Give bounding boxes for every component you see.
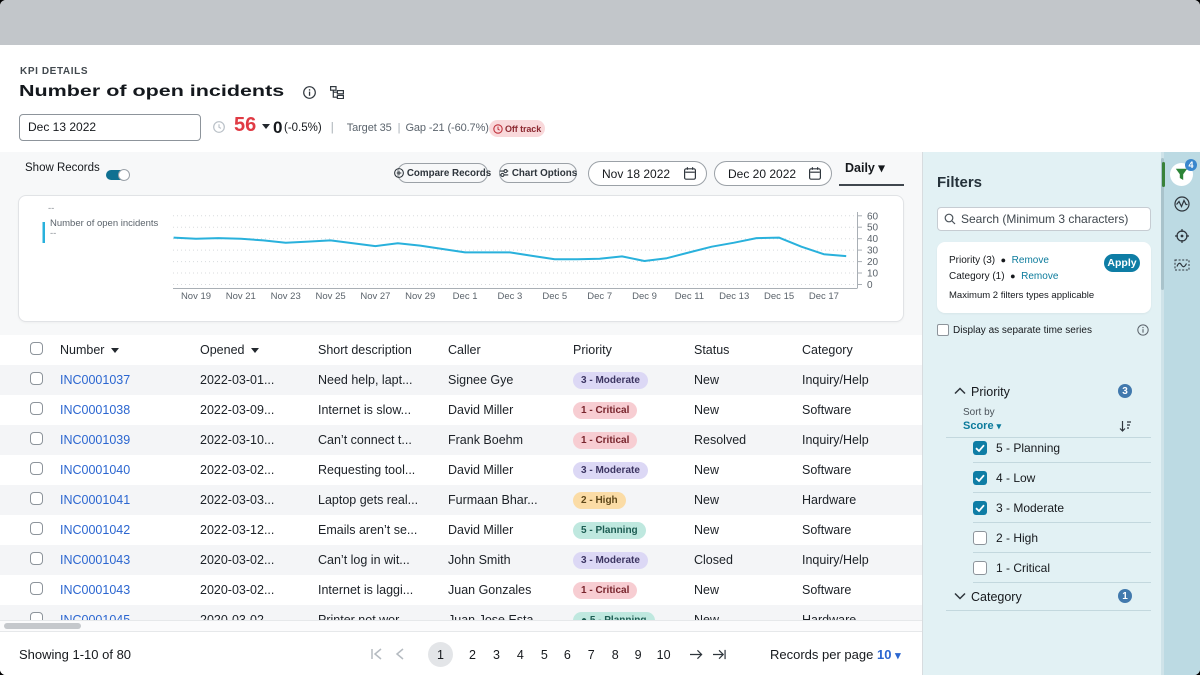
svg-text:Nov 19: Nov 19 [181, 291, 211, 302]
svg-text:Dec 13: Dec 13 [719, 291, 749, 302]
svg-text:Dec 1: Dec 1 [453, 291, 478, 302]
svg-text:0: 0 [867, 280, 873, 291]
svg-text:Dec 15: Dec 15 [764, 291, 794, 302]
svg-text:40: 40 [867, 234, 879, 245]
svg-text:Nov 23: Nov 23 [271, 291, 301, 302]
svg-text:Nov 25: Nov 25 [316, 291, 346, 302]
svg-text:--: -- [48, 203, 54, 214]
svg-text:Nov 21: Nov 21 [226, 291, 256, 302]
svg-text:Dec 3: Dec 3 [497, 291, 522, 302]
svg-text:Dec 7: Dec 7 [587, 291, 612, 302]
svg-text:--: -- [50, 228, 56, 239]
svg-text:Dec 5: Dec 5 [542, 291, 567, 302]
svg-text:20: 20 [867, 257, 879, 268]
svg-text:Dec 11: Dec 11 [675, 291, 704, 302]
svg-text:Dec 9: Dec 9 [632, 291, 657, 302]
svg-text:10: 10 [867, 269, 879, 280]
svg-text:Number of open incidents: Number of open incidents [50, 218, 159, 229]
svg-text:Dec 17: Dec 17 [809, 291, 839, 302]
svg-text:50: 50 [867, 223, 879, 234]
svg-text:30: 30 [867, 246, 879, 257]
svg-text:60: 60 [867, 211, 879, 222]
svg-text:Nov 29: Nov 29 [405, 291, 435, 302]
svg-text:Nov 27: Nov 27 [360, 291, 390, 302]
